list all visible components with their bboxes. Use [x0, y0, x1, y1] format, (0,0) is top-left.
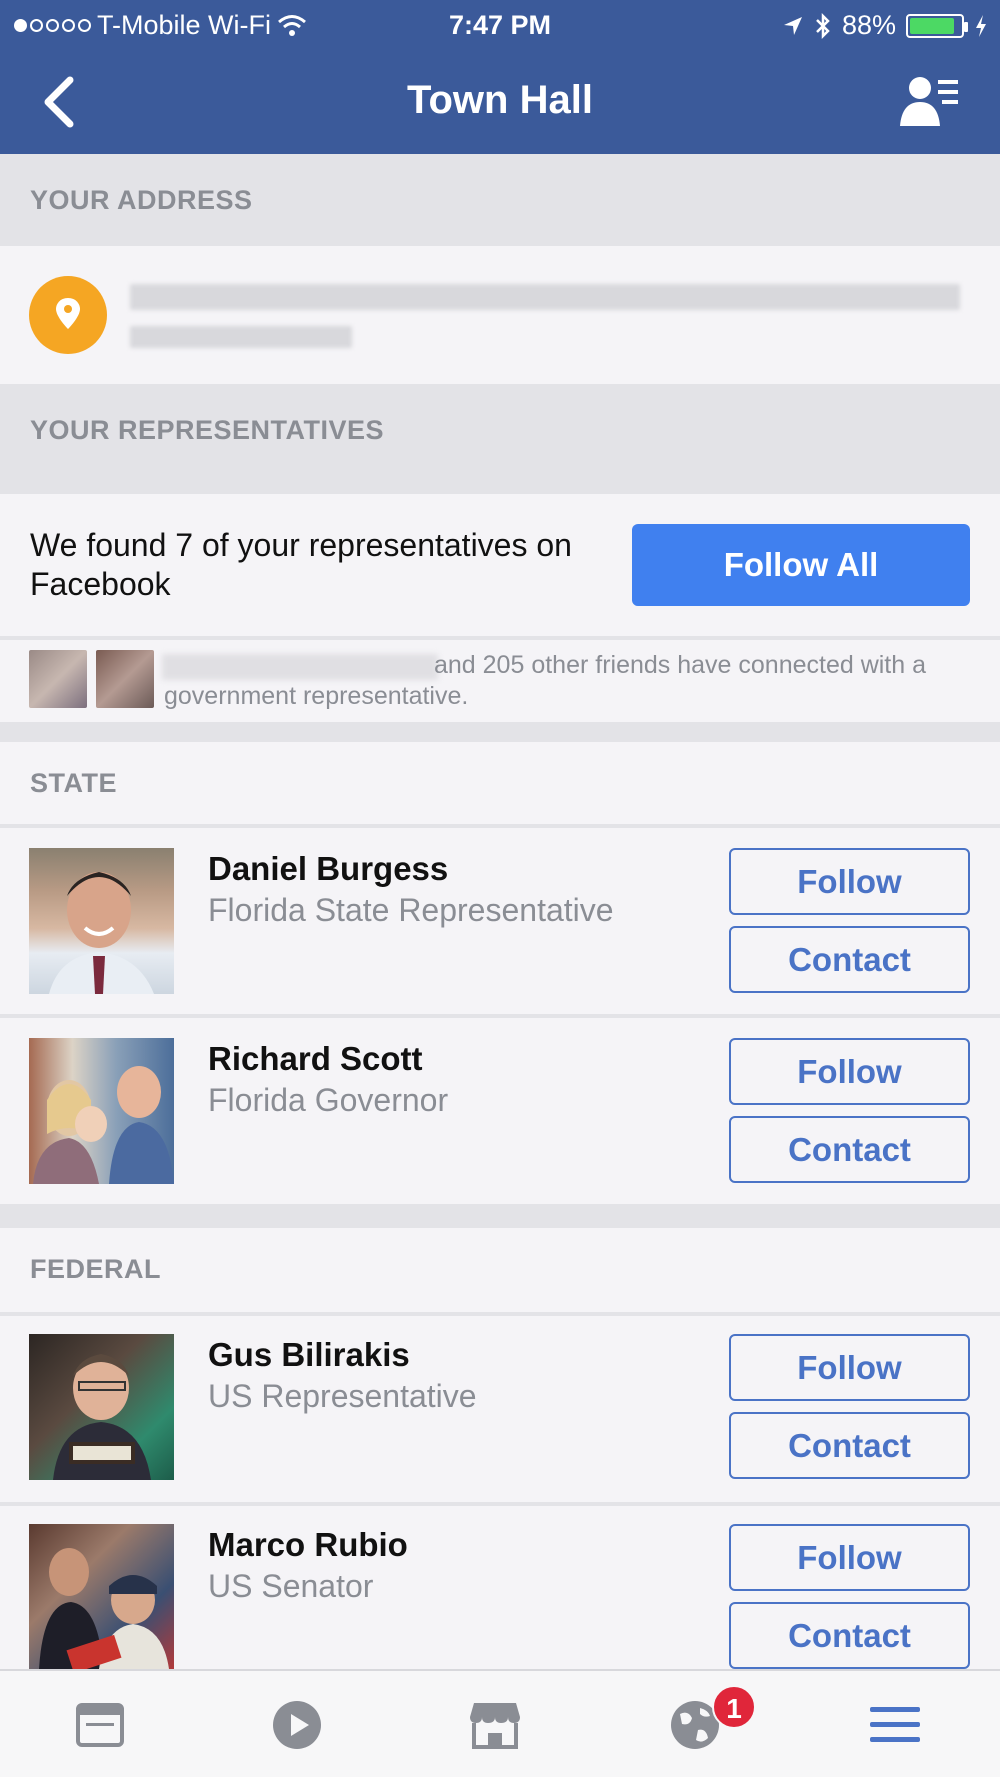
follow-button[interactable]: Follow [729, 1334, 970, 1401]
battery-icon [906, 13, 968, 38]
follow-all-button[interactable]: Follow All [632, 524, 970, 606]
tab-video[interactable] [197, 1671, 397, 1777]
charging-bolt-icon [976, 14, 986, 37]
state-group-header [0, 742, 1000, 824]
contact-button[interactable]: Contact [729, 1602, 970, 1669]
friend-avatar [96, 650, 154, 708]
representative-role: US Senator [208, 1568, 374, 1604]
marketplace-icon [470, 1703, 520, 1749]
tab-menu[interactable] [795, 1671, 995, 1777]
contact-button[interactable]: Contact [729, 1412, 970, 1479]
nav-bar: Town Hall [0, 50, 1000, 154]
address-line-redacted-2 [130, 326, 352, 348]
top-bar: T-Mobile Wi-Fi 7:47 PM 88% Town Hall [0, 0, 1000, 154]
tab-news-feed[interactable] [0, 1671, 200, 1777]
found-representatives-text: We found 7 of your representatives on Fa… [30, 527, 572, 602]
page-title: Town Hall [407, 78, 593, 122]
friends-connected-text: and 205 other friends have connected wit… [164, 651, 927, 710]
group-label-state: STATE [30, 768, 117, 798]
tab-notifications[interactable] [595, 1671, 795, 1777]
representative-role: US Representative [208, 1378, 477, 1414]
representative-photo [29, 1334, 174, 1480]
tab-marketplace[interactable] [395, 1671, 595, 1777]
battery-percent: 88% [841, 10, 896, 40]
person-list-icon[interactable] [898, 74, 962, 130]
address-section-header: YOUR ADDRESS [0, 154, 1000, 246]
representative-role: Florida Governor [208, 1082, 449, 1118]
representative-name: Richard Scott [208, 1040, 423, 1077]
menu-icon [870, 1707, 920, 1742]
location-pin-icon [29, 276, 107, 354]
section-divider [0, 1204, 1000, 1228]
bottom-tab-bar: 1 [0, 1669, 1000, 1777]
representative-name: Marco Rubio [208, 1526, 408, 1563]
contact-button[interactable]: Contact [729, 1116, 970, 1183]
bluetooth-icon [816, 12, 830, 39]
representative-name: Gus Bilirakis [208, 1336, 410, 1373]
news-feed-icon [76, 1703, 124, 1747]
follow-button[interactable]: Follow [729, 1524, 970, 1591]
friend-avatar [29, 650, 87, 708]
representative-photo [29, 1524, 174, 1669]
video-icon [273, 1701, 321, 1749]
status-bar: T-Mobile Wi-Fi 7:47 PM 88% [0, 0, 1000, 50]
representative-photo [29, 848, 174, 994]
section-divider [0, 722, 1000, 742]
representative-name: Daniel Burgess [208, 850, 449, 887]
follow-button[interactable]: Follow [729, 848, 970, 915]
address-line-redacted [130, 284, 960, 310]
follow-button[interactable]: Follow [729, 1038, 970, 1105]
representatives-section-header: YOUR REPRESENTATIVES [0, 384, 1000, 494]
representative-role: Florida State Representative [208, 892, 614, 928]
notification-count-badge: 1 [712, 1685, 756, 1729]
representative-photo [29, 1038, 174, 1184]
group-label-federal: FEDERAL [30, 1254, 161, 1284]
address-panel[interactable] [0, 246, 1000, 384]
location-arrow-icon [783, 16, 802, 35]
contact-button[interactable]: Contact [729, 926, 970, 993]
